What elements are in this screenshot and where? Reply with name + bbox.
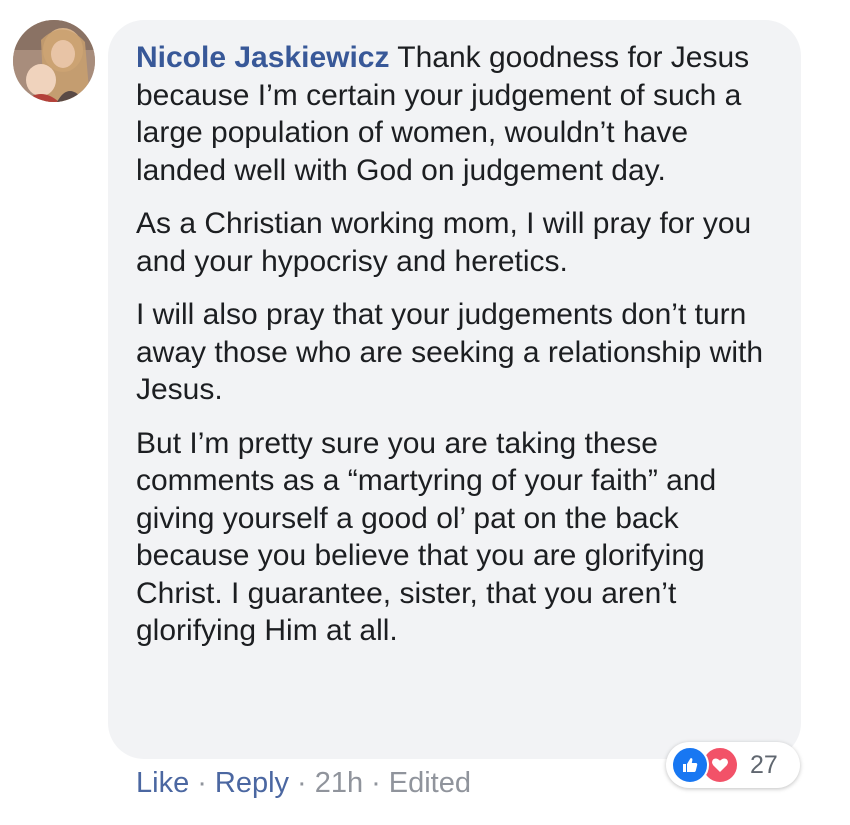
comment-paragraph: Nicole Jaskiewicz Thank goodness for Jes… <box>136 39 775 189</box>
separator: · <box>371 767 381 799</box>
comment-paragraph: As a Christian working mom, I will pray … <box>136 207 752 278</box>
separator: · <box>197 767 207 799</box>
like-button[interactable]: Like <box>136 767 189 799</box>
author-name[interactable]: Nicole Jaskiewicz <box>136 41 389 74</box>
like-icon <box>671 746 709 784</box>
comment-bubble: Nicole Jaskiewicz Thank goodness for Jes… <box>108 20 801 759</box>
comment-paragraph: But I’m pretty sure you are taking these… <box>136 426 717 648</box>
reply-button[interactable]: Reply <box>215 767 289 799</box>
comment-paragraph: I will also pray that your judgements do… <box>136 298 764 406</box>
separator: · <box>297 767 307 799</box>
avatar[interactable] <box>13 20 95 102</box>
reaction-count: 27 <box>750 750 778 779</box>
comment-actions: Like · Reply · 21h · Edited <box>136 763 471 803</box>
edited-label[interactable]: Edited <box>389 767 471 799</box>
timestamp[interactable]: 21h <box>315 767 363 799</box>
reactions-summary[interactable]: 27 <box>666 742 800 788</box>
avatar-photo <box>13 20 95 102</box>
